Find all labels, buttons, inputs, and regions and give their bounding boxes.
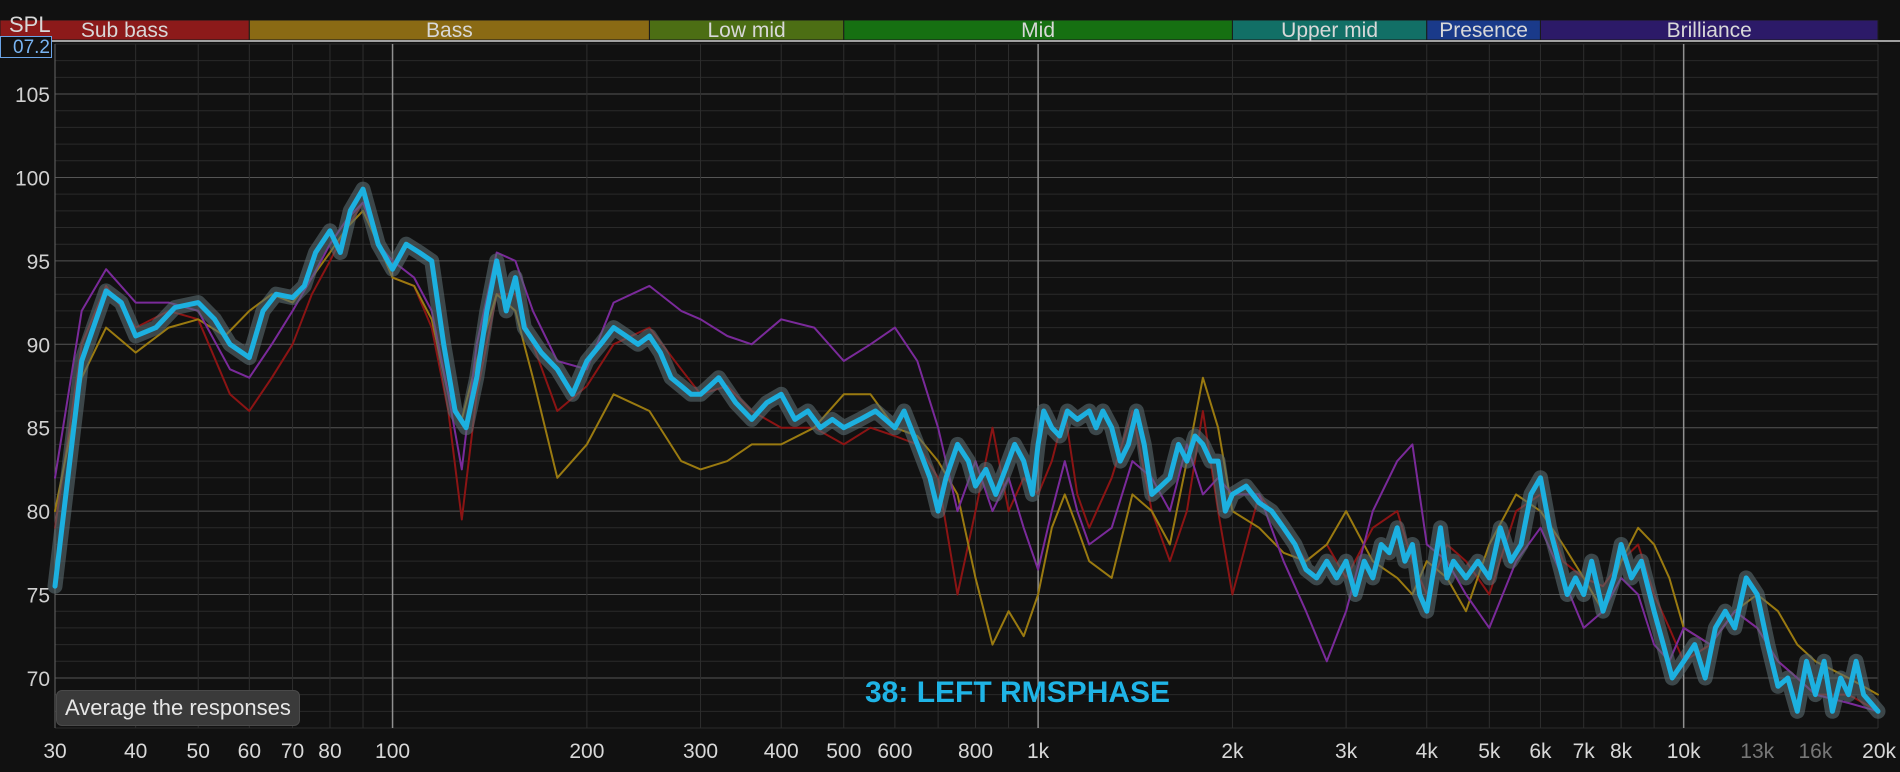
x-tick-label: 200 [569,740,604,763]
x-tick-label: 80 [318,740,341,763]
x-tick-label: 20k [1862,740,1896,763]
x-tick-label: 50 [187,740,210,763]
y-tick-label: 95 [27,251,50,274]
x-tick-label: 10k [1667,740,1701,763]
average-responses-button[interactable]: Average the responses [56,690,300,726]
x-tick-label: 30 [43,740,66,763]
top-bar [0,0,1900,20]
x-tick-label: 400 [764,740,799,763]
x-tick-label: 70 [281,740,304,763]
y-tick-label: 85 [27,418,50,441]
x-tick-label: 2k [1221,740,1244,763]
x-tick-label: 40 [124,740,147,763]
band-label: Low mid [708,19,786,42]
y-tick-label: 80 [27,501,50,524]
y-axis-label: SPL [9,12,51,37]
x-tick-label: 3k [1335,740,1358,763]
frequency-response-chart[interactable]: Sub bass Bass Low mid Mid Upper mid Presence B… [0,0,1900,772]
x-tick-label: 600 [877,740,912,763]
band-strip: Sub bass Bass Low mid Mid Upper mid Presence B… [0,0,1900,42]
x-axis-ticks: 30 40 50 60 70 80 100 200 300 400 500 600 800 1k 2k 3k 4… [43,740,1896,763]
x-tick-label: 7k [1573,740,1596,763]
band-label: Presence [1439,19,1528,42]
x-tick-label: 5k [1478,740,1501,763]
band-label: Brilliance [1667,19,1752,42]
y-tick-label: 90 [27,334,50,357]
x-tick-label: 4k [1416,740,1439,763]
x-tick-label: 13k [1740,740,1774,763]
y-tick-label: 100 [15,167,50,190]
x-tick-label: 16k [1799,740,1833,763]
y-tick-label: 105 [15,84,50,107]
band-label: Mid [1021,19,1055,42]
band-label: Bass [426,19,473,42]
x-tick-label: 500 [826,740,861,763]
x-tick-label: 1k [1027,740,1050,763]
y-tick-label: 75 [27,585,50,608]
y-tick-label: 70 [27,668,50,691]
x-tick-label: 60 [238,740,261,763]
trace-title: 38: LEFT RMSPHASE [865,676,1171,709]
x-tick-label: 300 [683,740,718,763]
series-glow-line [47,181,1886,719]
spl-readout-field[interactable]: 07.2 [0,36,52,58]
y-axis-ticks: 70 75 80 85 90 95 100 105 [15,84,50,691]
x-tick-label: 800 [958,740,993,763]
series-layer [47,181,1886,719]
x-tick-label: 6k [1529,740,1552,763]
x-tick-label: 8k [1610,740,1633,763]
x-tick-label: 100 [375,740,410,763]
band-label: Upper mid [1281,19,1378,42]
band-label: Sub bass [81,19,169,42]
grid [54,43,1879,729]
